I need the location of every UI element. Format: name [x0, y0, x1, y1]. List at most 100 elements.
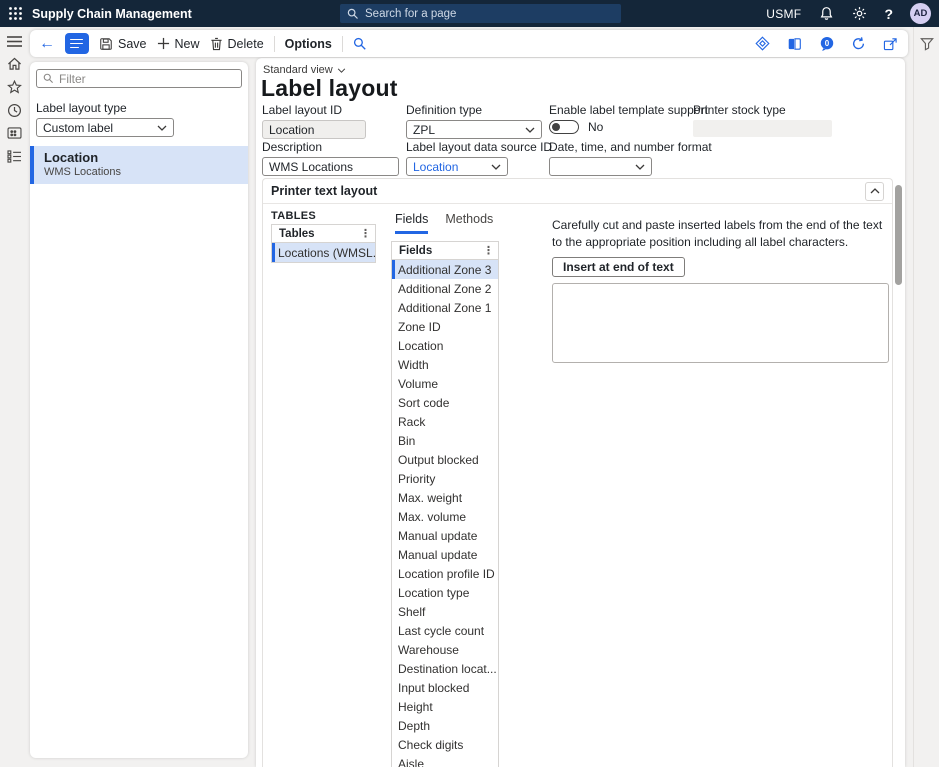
table-row[interactable]: Locations (WMSL...	[272, 243, 375, 262]
field-row[interactable]: Priority	[392, 469, 498, 488]
modules-list-icon[interactable]	[3, 148, 25, 164]
enable-template-toggle[interactable]	[549, 120, 579, 134]
delete-button[interactable]: Delete	[210, 37, 264, 51]
field-row[interactable]: Manual update	[392, 526, 498, 545]
page-title: Label layout	[261, 75, 398, 102]
date-format-dropdown[interactable]	[549, 157, 652, 176]
field-row[interactable]: Width	[392, 355, 498, 374]
new-button[interactable]: New	[157, 37, 200, 51]
field-row[interactable]: Max. volume	[392, 507, 498, 526]
insert-at-end-button[interactable]: Insert at end of text	[552, 257, 685, 277]
svg-text:0: 0	[824, 38, 829, 47]
messages-badge-icon[interactable]: 0	[818, 35, 835, 52]
recent-clock-icon[interactable]	[3, 102, 25, 118]
field-row[interactable]: Zone ID	[392, 317, 498, 336]
vertical-scrollbar[interactable]	[895, 185, 902, 285]
save-icon	[99, 37, 113, 51]
settings-gear-icon[interactable]	[851, 6, 867, 22]
field-row[interactable]: Location type	[392, 583, 498, 602]
toolbar-search-icon[interactable]	[353, 37, 367, 51]
field-row[interactable]: Output blocked	[392, 450, 498, 469]
trash-icon	[210, 37, 223, 51]
list-item-title: Location	[44, 150, 238, 165]
chevron-down-icon	[635, 164, 645, 170]
main-content-card: Standard view Label layout Label layout …	[256, 58, 905, 767]
field-row[interactable]: Height	[392, 697, 498, 716]
label-text-editor[interactable]	[552, 283, 889, 363]
company-selector[interactable]: USMF	[766, 7, 801, 21]
description-field[interactable]	[262, 157, 399, 176]
field-row[interactable]: Rack	[392, 412, 498, 431]
field-row[interactable]: Input blocked	[392, 678, 498, 697]
list-item[interactable]: Location WMS Locations	[30, 146, 248, 184]
open-in-new-window-icon[interactable]	[882, 35, 899, 52]
tab-methods[interactable]: Methods	[445, 212, 493, 234]
delete-label: Delete	[228, 37, 264, 51]
label-layout-id-label: Label layout ID	[262, 103, 366, 117]
field-row[interactable]: Max. weight	[392, 488, 498, 507]
tables-grid: Tables ⋮ Locations (WMSL...	[271, 224, 376, 263]
back-arrow-icon[interactable]: ←	[39, 36, 55, 52]
options-menu-button[interactable]: Options	[285, 37, 332, 51]
layout-type-value: Custom label	[43, 121, 113, 135]
app-title[interactable]: Supply Chain Management	[32, 7, 192, 21]
user-avatar[interactable]: AD	[910, 3, 931, 24]
expand-menu-icon[interactable]	[3, 33, 25, 49]
field-row[interactable]: Volume	[392, 374, 498, 393]
enable-template-value: No	[588, 120, 603, 134]
field-row[interactable]: Sort code	[392, 393, 498, 412]
grid-menu-icon[interactable]: ⋮	[360, 227, 371, 240]
data-source-label: Label layout data source ID	[406, 140, 552, 154]
filter-funnel-icon[interactable]	[918, 35, 936, 53]
show-list-toggle-button[interactable]	[65, 33, 89, 54]
home-icon[interactable]	[3, 56, 25, 72]
instruction-text: Carefully cut and paste inserted labels …	[552, 217, 889, 250]
enable-template-label: Enable label template support	[549, 103, 708, 117]
field-row[interactable]: Additional Zone 3	[392, 260, 498, 279]
fields-rows: Additional Zone 3Additional Zone 2Additi…	[392, 260, 498, 767]
printer-stock-type-field	[693, 120, 832, 137]
printer-stock-type-label: Printer stock type	[693, 103, 832, 117]
definition-type-value: ZPL	[413, 123, 435, 137]
field-row[interactable]: Location	[392, 336, 498, 355]
section-title: Printer text layout	[271, 184, 377, 198]
tab-fields[interactable]: Fields	[395, 212, 428, 234]
app-launcher-icon[interactable]	[0, 0, 30, 27]
list-filter-field[interactable]	[36, 69, 242, 88]
data-source-dropdown[interactable]: Location	[406, 157, 508, 176]
page-search-box[interactable]: Search for a page	[340, 4, 621, 23]
favorites-star-icon[interactable]	[3, 79, 25, 95]
notifications-bell-icon[interactable]	[818, 6, 834, 22]
field-row[interactable]: Manual update	[392, 545, 498, 564]
refresh-icon[interactable]	[850, 35, 867, 52]
field-row[interactable]: Shelf	[392, 602, 498, 621]
field-row[interactable]: Destination locat...	[392, 659, 498, 678]
chevron-down-icon	[491, 164, 501, 170]
filter-input[interactable]	[59, 72, 235, 86]
toolbar-divider	[342, 36, 343, 52]
action-toolbar: ← Save New Delete Options 0	[30, 30, 908, 57]
grid-menu-icon[interactable]: ⋮	[483, 244, 494, 257]
field-row[interactable]: Aisle	[392, 754, 498, 767]
power-apps-icon[interactable]	[754, 35, 771, 52]
label-layout-id-field	[262, 120, 366, 139]
collapse-section-button[interactable]	[865, 182, 884, 201]
copilot-book-icon[interactable]	[786, 35, 803, 52]
definition-type-dropdown[interactable]: ZPL	[406, 120, 542, 139]
field-row[interactable]: Last cycle count	[392, 621, 498, 640]
field-row[interactable]: Bin	[392, 431, 498, 450]
data-source-value[interactable]: Location	[413, 160, 458, 174]
field-row[interactable]: Check digits	[392, 735, 498, 754]
help-icon[interactable]: ?	[884, 6, 893, 22]
field-row[interactable]: Location profile ID	[392, 564, 498, 583]
field-row[interactable]: Additional Zone 1	[392, 298, 498, 317]
record-list-panel: Label layout type Custom label Location …	[30, 62, 248, 758]
fields-grid-header: Fields	[399, 245, 432, 257]
tables-caption: TABLES	[271, 210, 316, 222]
workspaces-icon[interactable]	[3, 125, 25, 141]
save-button[interactable]: Save	[99, 37, 147, 51]
layout-type-dropdown[interactable]: Custom label	[36, 118, 174, 137]
field-row[interactable]: Depth	[392, 716, 498, 735]
field-row[interactable]: Additional Zone 2	[392, 279, 498, 298]
field-row[interactable]: Warehouse	[392, 640, 498, 659]
